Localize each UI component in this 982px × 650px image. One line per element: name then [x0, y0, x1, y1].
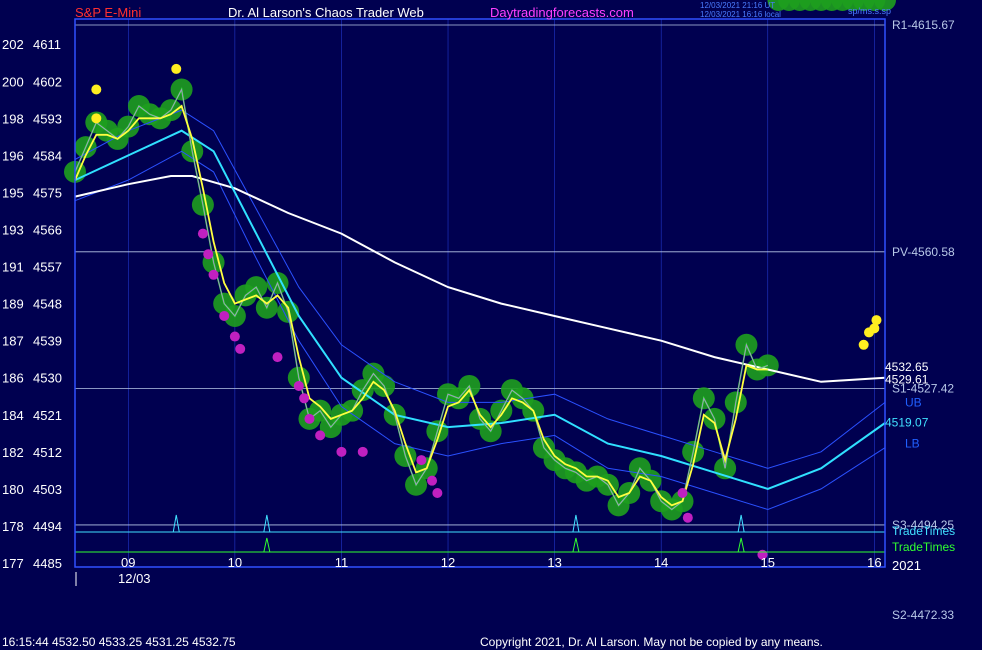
y-tick-left-label: 189 [2, 297, 24, 312]
x-tick-label: 14 [654, 555, 668, 570]
chart-tag: sp/ms.s.sp [848, 6, 892, 16]
magenta-dot [682, 512, 693, 523]
end-label: LB [905, 437, 920, 451]
end-label: 4519.07 [885, 416, 929, 430]
chart: 202 4611 200 4602 198 4593 196 4584 195 4575 193 45… [0, 0, 982, 650]
y-tick-left-label: 193 [2, 223, 24, 238]
y-tick-label: 4494 [33, 519, 62, 534]
magenta-dot [304, 413, 315, 424]
magenta-dot [229, 331, 240, 342]
y-tick-left-label: 198 [2, 111, 24, 126]
y-tick-left-label: 200 [2, 74, 24, 89]
magenta-dot [203, 249, 214, 260]
y-tick-left-label: 186 [2, 371, 24, 386]
magenta-dot [272, 352, 283, 363]
magenta-dot [219, 310, 230, 321]
x-tick-label: 09 [121, 555, 135, 570]
y-tick-left-label: 195 [2, 185, 24, 200]
y-tick-label: 4602 [33, 74, 62, 89]
y-tick-left-label: 178 [2, 519, 24, 534]
x-tick-label: 12 [441, 555, 455, 570]
trade-times-label: TradeTimes [892, 524, 955, 538]
y-tick-label: 4530 [33, 371, 62, 386]
site-link[interactable]: Daytradingforecasts.com [490, 5, 634, 20]
timestamp-local: 12/03/2021 16:16 local [700, 10, 781, 19]
magenta-dot [208, 269, 219, 280]
end-label: 4529.61 [885, 372, 929, 386]
yellow-dot [91, 84, 102, 95]
y-tick-label: 4521 [33, 408, 62, 423]
trade-times-label: TradeTimes [892, 540, 955, 554]
level-label-PV: PV-4560.58 [892, 245, 955, 259]
yellow-dot [858, 339, 869, 350]
magenta-dot [235, 343, 246, 354]
y-tick-left-label: 187 [2, 334, 24, 349]
y-tick-label: 4611 [33, 37, 61, 52]
yellow-dot [871, 315, 882, 326]
magenta-dot [432, 488, 443, 499]
magenta-dot [427, 475, 438, 486]
timestamp-utc: 12/03/2021 21:16 UT [700, 1, 776, 10]
copyright: Copyright 2021, Dr. Al Larson. May not b… [480, 635, 823, 649]
level-label-R1: R1-4615.67 [892, 18, 955, 32]
y-tick-label: 4566 [33, 223, 62, 238]
magenta-dot [416, 455, 427, 466]
y-tick-left-label: 184 [2, 408, 24, 423]
x-tick-label: 16 [867, 555, 881, 570]
magenta-dot [197, 228, 208, 239]
y-tick-label: 4512 [33, 445, 62, 460]
y-tick-label: 4575 [33, 185, 62, 200]
year-label: 2021 [892, 558, 921, 573]
y-tick-left-label: 180 [2, 482, 24, 497]
yellow-dot [171, 63, 182, 74]
y-tick-left-label: 191 [2, 260, 24, 275]
y-tick-label: 4485 [33, 556, 62, 571]
y-tick-left-label: 196 [2, 148, 24, 163]
author-title: Dr. Al Larson's Chaos Trader Web [228, 5, 424, 20]
date-label: 12/03 [118, 571, 151, 586]
y-tick-left-label: 182 [2, 445, 24, 460]
y-tick-label: 4557 [33, 260, 62, 275]
magenta-dot [293, 380, 304, 391]
y-tick-label: 4548 [33, 297, 62, 312]
y-tick-left-label: 177 [2, 556, 24, 571]
magenta-dot [315, 430, 326, 441]
y-tick-label: 4584 [33, 148, 62, 163]
y-tick-label: 4593 [33, 111, 62, 126]
level-label-S2: S2-4472.33 [892, 608, 954, 622]
end-label: UB [905, 395, 922, 409]
magenta-dot [677, 488, 688, 499]
symbol-title: S&P E-Mini [75, 5, 142, 20]
magenta-dot [357, 446, 368, 457]
x-tick-label: 15 [761, 555, 775, 570]
x-tick-label: 11 [335, 555, 349, 570]
y-tick-label: 4539 [33, 334, 62, 349]
yellow-dot [91, 113, 102, 124]
x-tick-label: 13 [547, 555, 561, 570]
x-tick-label: 10 [228, 555, 242, 570]
y-tick-label: 4503 [33, 482, 62, 497]
quote-line: 16:15:44 4532.50 4533.25 4531.25 4532.75 [2, 635, 236, 649]
magenta-dot [336, 446, 347, 457]
magenta-dot [299, 393, 310, 404]
y-tick-left-label: 202 [2, 37, 24, 52]
